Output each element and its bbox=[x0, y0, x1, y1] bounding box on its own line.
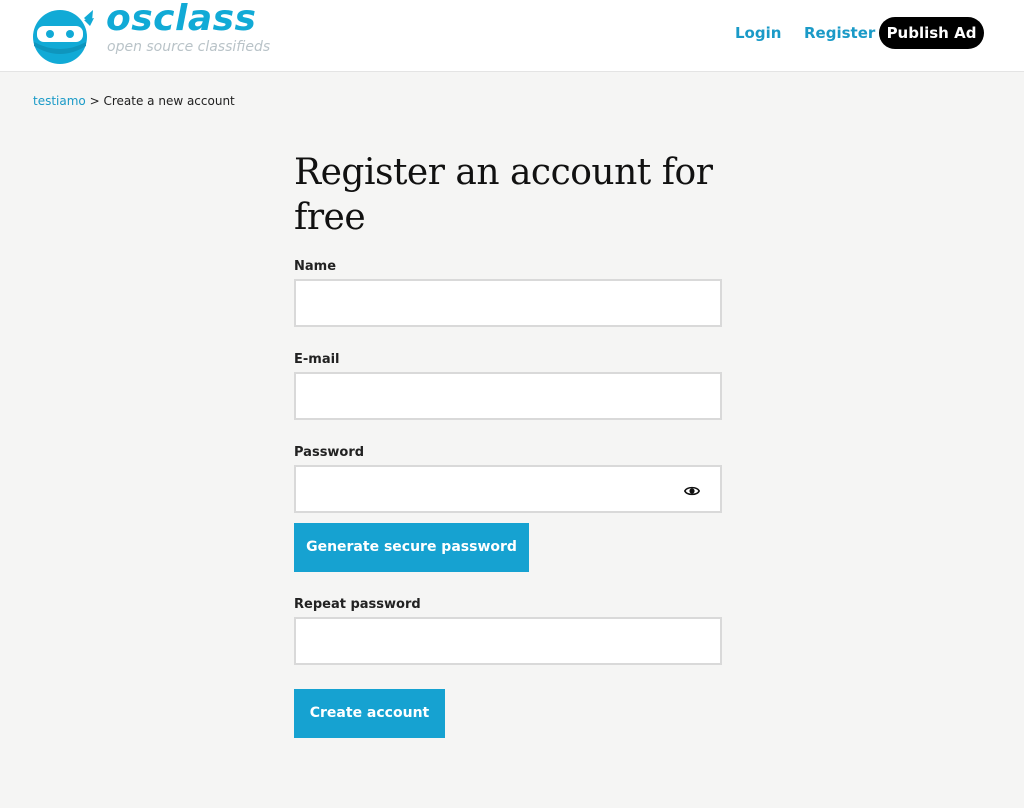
repeat-password-label: Repeat password bbox=[294, 597, 421, 612]
email-label: E-mail bbox=[294, 352, 340, 367]
register-link[interactable]: Register bbox=[804, 24, 875, 42]
create-account-button[interactable]: Create account bbox=[294, 689, 445, 738]
publish-ad-button[interactable]: Publish Ad bbox=[879, 17, 984, 49]
logo-wordmark: osclass bbox=[106, 0, 257, 39]
breadcrumb-separator: > bbox=[89, 94, 100, 108]
breadcrumb-current: Create a new account bbox=[103, 94, 235, 108]
name-label: Name bbox=[294, 259, 337, 274]
login-link[interactable]: Login bbox=[735, 24, 781, 42]
name-input[interactable] bbox=[294, 279, 722, 327]
logo-tagline: open source classifieds bbox=[107, 39, 271, 55]
ninja-mascot-icon bbox=[33, 10, 94, 64]
breadcrumb-home-link[interactable]: testiamo bbox=[33, 94, 86, 108]
eye-icon[interactable] bbox=[684, 485, 700, 497]
osclass-logo[interactable]: osclass open source classifieds bbox=[32, 0, 292, 64]
password-label: Password bbox=[294, 445, 365, 460]
breadcrumb: testiamo > Create a new account bbox=[33, 94, 235, 108]
generate-password-button[interactable]: Generate secure password bbox=[294, 523, 529, 572]
email-input[interactable] bbox=[294, 372, 722, 420]
site-header: osclass open source classifieds Login Re… bbox=[0, 0, 1024, 72]
password-input[interactable] bbox=[294, 465, 722, 513]
page-title: Register an account for free bbox=[294, 152, 713, 238]
repeat-password-input[interactable] bbox=[294, 617, 722, 665]
